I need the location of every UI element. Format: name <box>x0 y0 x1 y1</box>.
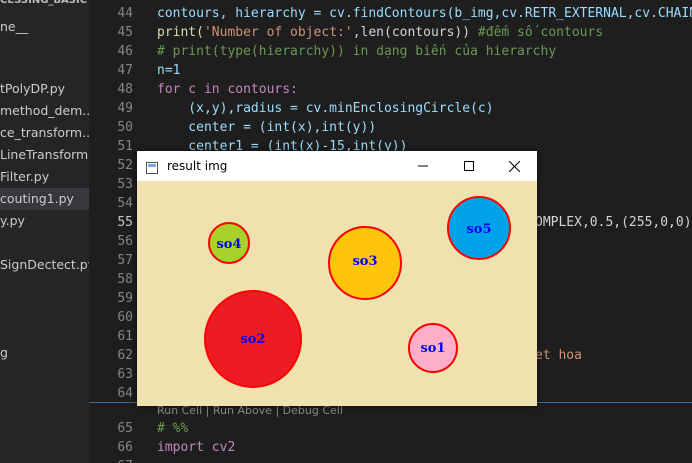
line-number: 66 <box>117 440 133 455</box>
sidebar-item-y[interactable]: y.py <box>0 210 25 232</box>
line-number: 63 <box>117 367 133 382</box>
code-line-66: import cv2 <box>157 440 236 455</box>
code-token: 'Number of object:' <box>203 25 353 40</box>
code-comment: #đếm số contours <box>470 25 604 40</box>
sidebar-item-filter[interactable]: Filter.py <box>0 166 49 188</box>
line-number: 67 <box>89 459 133 463</box>
sidebar-item-polydp[interactable]: tPolyDP.py <box>0 78 65 100</box>
line-number: 51 <box>117 139 133 154</box>
code-line-46: # print(type(hierarchy)) in dạng biến củ… <box>157 44 557 59</box>
close-button[interactable] <box>491 151 537 181</box>
result-image: so4 so3 so5 so2 so1 <box>204 196 511 388</box>
code-line-62-tail: et hoa <box>535 348 582 363</box>
app-icon <box>146 159 158 174</box>
code-line-47: n=1 <box>157 63 181 78</box>
line-number: 44 <box>117 6 133 21</box>
window-titlebar[interactable]: result img <box>137 151 537 181</box>
code-line-65: # %% <box>157 421 189 436</box>
minimize-icon <box>418 165 428 167</box>
line-number-current: 55 <box>117 215 133 230</box>
line-number: 46 <box>117 44 133 59</box>
line-number: 57 <box>117 253 133 268</box>
sidebar-item-sign-detect[interactable]: SignDectect.py <box>0 254 89 276</box>
line-number: 61 <box>117 329 133 344</box>
circle-label: so1 <box>420 341 445 356</box>
sidebar-item-method-demo[interactable]: method_dem... <box>0 100 89 122</box>
sidebar-item-couting1[interactable]: couting1.py <box>0 188 89 210</box>
sidebar-folder-header[interactable]: CESSING_BASIC <box>0 0 87 12</box>
line-number: 64 <box>117 386 133 401</box>
line-number: 65 <box>117 421 133 436</box>
circle-so1: so1 <box>408 323 458 373</box>
maximize-icon <box>464 161 474 171</box>
sidebar-item-transform[interactable]: ce_transform... <box>0 122 89 144</box>
line-number: 52 <box>117 158 133 173</box>
code-line-49: (x,y),radius = cv.minEnclosingCircle(c) <box>157 101 494 116</box>
circle-label: so4 <box>216 237 241 252</box>
code-line-48: for c in contours: <box>157 82 298 97</box>
line-number: 59 <box>117 291 133 306</box>
sidebar-item-init[interactable]: ne__ <box>0 16 28 38</box>
line-number: 53 <box>117 177 133 192</box>
circle-label: so5 <box>466 222 491 237</box>
sidebar-item-g[interactable]: g <box>0 342 8 364</box>
circle-so2: so2 <box>204 290 302 388</box>
line-number: 60 <box>117 310 133 325</box>
line-number: 45 <box>117 25 133 40</box>
explorer-sidebar: CESSING_BASIC ne__ tPolyDP.py method_dem… <box>0 0 89 463</box>
line-number: 50 <box>117 120 133 135</box>
minimize-button[interactable] <box>400 151 446 181</box>
circle-label: so3 <box>352 254 377 269</box>
line-number: 54 <box>117 196 133 211</box>
code-token: ,len(contours)) <box>352 25 471 40</box>
circle-label: so2 <box>240 332 265 347</box>
close-icon <box>508 160 520 172</box>
code-line-55-tail: OMPLEX,0.5,(255,0,0), <box>535 215 692 230</box>
window-title: result img <box>167 159 228 173</box>
line-number: 58 <box>117 272 133 287</box>
circle-so5: so5 <box>447 196 511 260</box>
line-number: 48 <box>117 82 133 97</box>
code-token: print( <box>157 25 204 40</box>
code-line-45: print('Number of object:',len(contours))… <box>157 25 603 40</box>
line-number: 62 <box>117 348 133 363</box>
sidebar-item-line-transform[interactable]: LineTransform... <box>0 144 89 166</box>
code-line-50: center = (int(x),int(y)) <box>157 120 377 135</box>
line-number: 56 <box>117 234 133 249</box>
code-line-44: contours, hierarchy = cv.findContours(b_… <box>157 6 692 21</box>
circle-so4: so4 <box>208 222 250 264</box>
circle-so3: so3 <box>328 226 402 300</box>
line-number: 49 <box>117 101 133 116</box>
maximize-button[interactable] <box>446 151 492 181</box>
result-img-window[interactable]: result img so4 so3 so5 so2 so1 <box>137 151 537 406</box>
line-number: 47 <box>117 63 133 78</box>
